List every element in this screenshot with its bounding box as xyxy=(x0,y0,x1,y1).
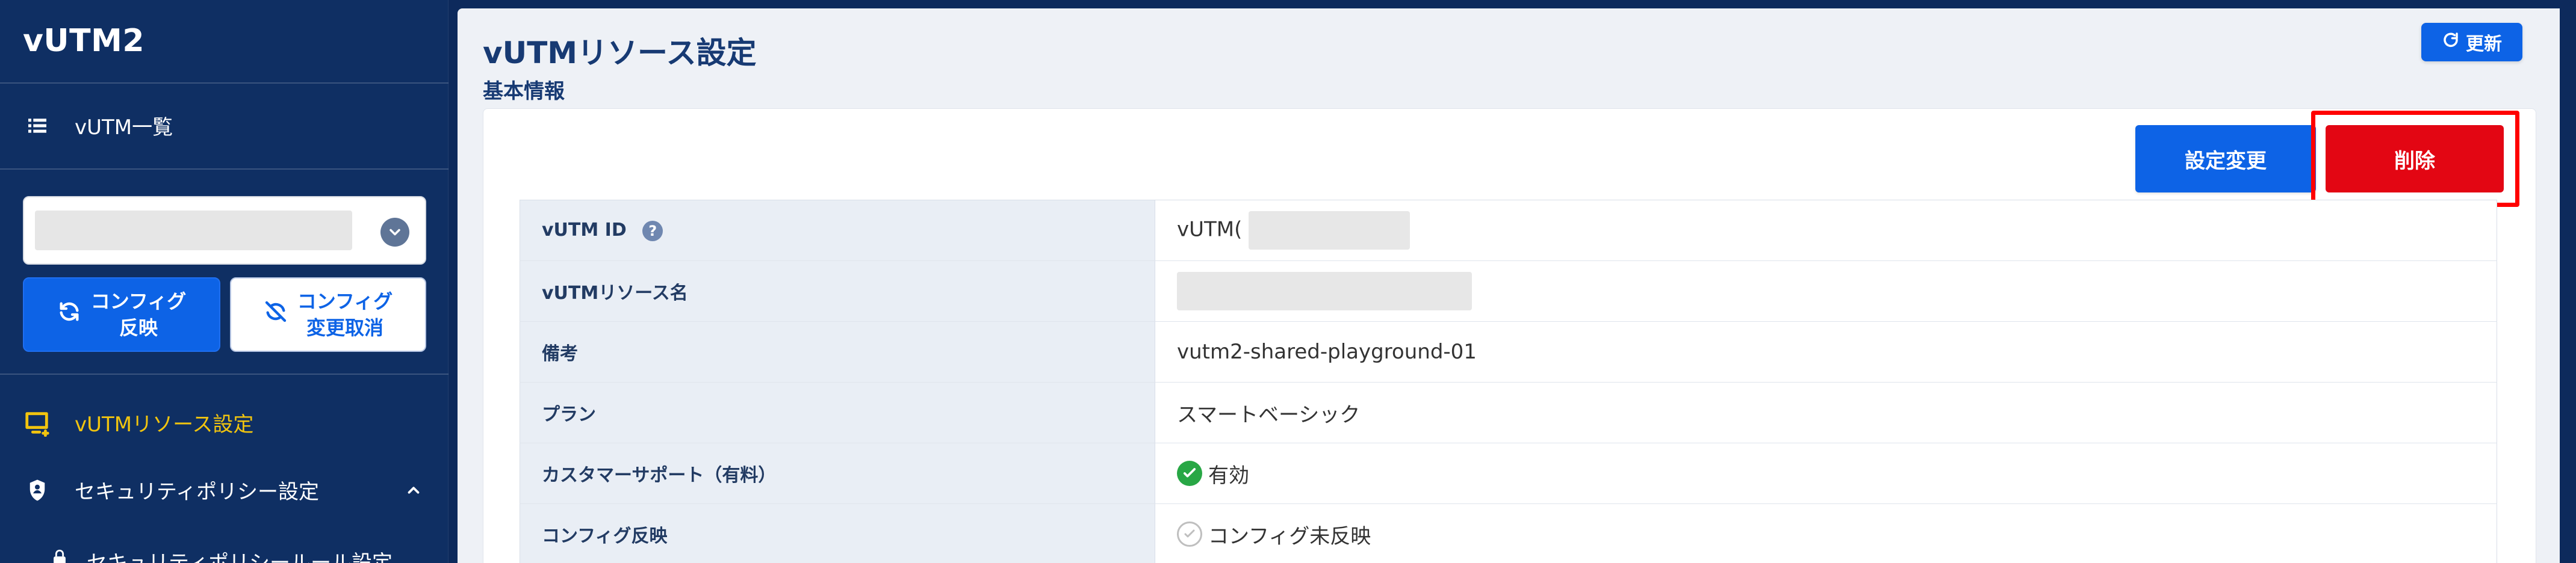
basic-info-table: vUTM ID ? vUTM( vUTMリソース名 備考 vutm2-share… xyxy=(520,200,2497,563)
masked-value xyxy=(1177,272,1472,310)
table-row: プラン スマートベーシック xyxy=(520,382,2497,443)
row-value-plan: スマートベーシック xyxy=(1155,382,2497,443)
config-apply-label: コンフィグ 反映 xyxy=(91,288,186,341)
app-window: vUTM2 vUTM一覧 コンフィグ 反映 コンフィグ 変更取消 vUTMリソー… xyxy=(0,0,2576,563)
help-icon[interactable]: ? xyxy=(642,220,663,241)
refresh-label: 更新 xyxy=(2466,34,2502,55)
list-icon xyxy=(23,111,52,140)
pending-check-icon xyxy=(1177,521,1202,547)
row-key-plan: プラン xyxy=(520,382,1155,443)
row-key-vutm-id: vUTM ID ? xyxy=(520,200,1155,261)
table-row: カスタマーサポート（有料） 有効 xyxy=(520,443,2497,504)
check-circle-icon xyxy=(1177,461,1202,486)
row-value-notes: vutm2-shared-playground-01 xyxy=(1155,321,2497,383)
table-row: 備考 vutm2-shared-playground-01 xyxy=(520,321,2497,383)
chevron-down-icon xyxy=(380,218,409,247)
sync-icon xyxy=(57,300,81,330)
main-content: vUTMリソース設定 基本情報 更新 設定変更 削除 vUTM ID ? vUT… xyxy=(458,8,2560,563)
config-apply-button[interactable]: コンフィグ 反映 xyxy=(23,277,220,352)
row-value-config-applied: コンフィグ未反映 xyxy=(1155,503,2497,563)
config-apply-line1: コンフィグ xyxy=(90,290,187,313)
resource-settings-icon xyxy=(23,408,52,437)
sidebar-item-security-policy-rule[interactable]: セキュリティポリシールール設定 xyxy=(49,546,393,563)
page-title: vUTMリソース設定 xyxy=(483,35,757,70)
sidebar-item-resource-settings[interactable]: vUTMリソース設定 xyxy=(23,408,253,437)
section-title: 基本情報 xyxy=(483,79,565,103)
row-key-customer-support: カスタマーサポート（有料） xyxy=(520,443,1155,504)
app-brand: vUTM2 xyxy=(23,23,145,59)
table-row: vUTM ID ? vUTM( xyxy=(520,200,2497,261)
delete-label: 削除 xyxy=(2394,149,2435,173)
sidebar-item-label: セキュリティポリシー設定 xyxy=(75,480,319,504)
sidebar-divider-bottom xyxy=(0,374,448,375)
lock-icon xyxy=(49,548,70,563)
resource-selector[interactable] xyxy=(23,196,426,265)
row-value-customer-support: 有効 xyxy=(1155,443,2497,504)
edit-settings-label: 設定変更 xyxy=(2185,149,2267,173)
sidebar-item-security-policy[interactable]: セキュリティポリシー設定 xyxy=(23,475,319,505)
sync-disabled-icon xyxy=(264,300,288,330)
config-cancel-line2: 変更取消 xyxy=(306,316,383,339)
row-key-resource-name: vUTMリソース名 xyxy=(520,260,1155,322)
table-row: コンフィグ反映 コンフィグ未反映 xyxy=(520,503,2497,563)
config-apply-line2: 反映 xyxy=(119,316,158,339)
table-row: vUTMリソース名 xyxy=(520,260,2497,322)
customer-support-value: 有効 xyxy=(1208,463,1249,488)
chevron-up-icon[interactable] xyxy=(403,480,424,500)
row-key-config-applied: コンフィグ反映 xyxy=(520,503,1155,563)
row-key-notes: 備考 xyxy=(520,321,1155,383)
security-shield-icon xyxy=(23,476,52,505)
config-cancel-button[interactable]: コンフィグ 変更取消 xyxy=(230,277,426,352)
sidebar-divider-mid xyxy=(0,168,448,170)
refresh-icon xyxy=(2442,31,2460,54)
vutm-id-value: vUTM( xyxy=(1177,217,1243,242)
row-key-label: vUTM ID xyxy=(542,220,627,241)
config-status-value: コンフィグ未反映 xyxy=(1208,524,1371,549)
sidebar: vUTM2 vUTM一覧 コンフィグ 反映 コンフィグ 変更取消 vUTMリソー… xyxy=(0,0,448,563)
delete-button[interactable]: 削除 xyxy=(2326,125,2504,192)
edit-settings-button[interactable]: 設定変更 xyxy=(2135,125,2316,192)
sidebar-item-label: セキュリティポリシールール設定 xyxy=(87,551,393,563)
row-value-vutm-id: vUTM( xyxy=(1155,200,2497,261)
refresh-button[interactable]: 更新 xyxy=(2421,23,2522,61)
customer-support-status: 有効 xyxy=(1177,459,1249,488)
sidebar-divider-top xyxy=(0,82,448,84)
resource-selector-value xyxy=(35,211,352,250)
sidebar-item-label: vUTM一覧 xyxy=(75,115,173,140)
sidebar-item-vutm-list[interactable]: vUTM一覧 xyxy=(23,111,173,140)
config-cancel-line1: コンフィグ xyxy=(297,290,393,313)
masked-value xyxy=(1249,211,1411,250)
row-value-resource-name xyxy=(1155,260,2497,322)
config-cancel-label: コンフィグ 変更取消 xyxy=(297,288,393,341)
config-status: コンフィグ未反映 xyxy=(1177,520,1371,549)
sidebar-item-label: vUTMリソース設定 xyxy=(75,413,254,437)
